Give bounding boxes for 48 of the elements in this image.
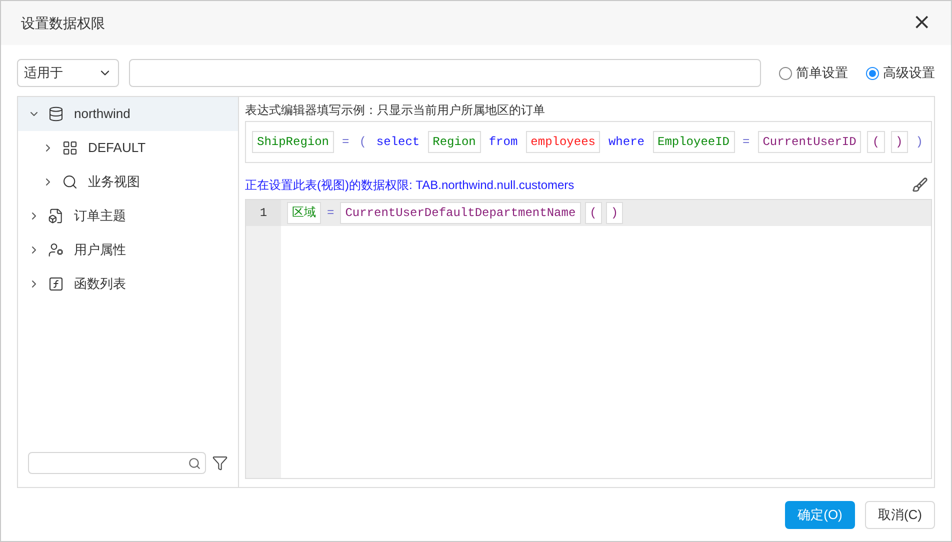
tree-label: northwind: [74, 105, 130, 124]
operator-token: =: [326, 205, 336, 222]
keyword-token: from: [488, 134, 519, 151]
paren-token: (: [584, 202, 602, 224]
window-title: 设置数据权限: [21, 14, 106, 32]
search-icon: [188, 456, 201, 470]
function-token: CurrentUserDefaultDepartmentName: [340, 202, 581, 224]
scope-dropdown[interactable]: 适用于: [17, 59, 119, 87]
tree-label: 订单主题: [74, 207, 126, 226]
tree-label: 业务视图: [88, 173, 140, 192]
radio-icon[interactable]: [866, 66, 879, 80]
tree-item[interactable]: 函数列表: [18, 267, 238, 301]
operator-token: =: [742, 134, 751, 151]
tree-item[interactable]: 用户属性: [18, 233, 238, 267]
operator-token: (: [358, 134, 368, 151]
filter-icon[interactable]: [212, 455, 228, 471]
tree-item[interactable]: DEFAULT: [18, 131, 238, 165]
target-table-text: 正在设置此表(视图)的数据权限: TAB.northwind.null.customers: [245, 177, 576, 194]
mode-radio[interactable]: 高级设置: [866, 63, 935, 83]
cancel-button[interactable]: 取消(C): [865, 501, 935, 529]
tree-label: 函数列表: [74, 275, 126, 294]
operator-token: ): [914, 134, 924, 151]
line-number: 1: [260, 205, 268, 222]
field-token: EmployeeID: [652, 131, 735, 153]
brush-icon[interactable]: [912, 177, 928, 193]
paren-token: (: [867, 131, 885, 153]
table-token: employees: [526, 131, 600, 153]
paren-token: ): [890, 131, 908, 153]
tree-label: DEFAULT: [88, 139, 146, 158]
field-token: Region: [428, 131, 481, 153]
tree-item[interactable]: 订单主题: [18, 199, 238, 233]
mode-radio[interactable]: 简单设置: [779, 63, 848, 83]
tree-label: 用户属性: [74, 241, 126, 260]
field-token: 区域: [287, 202, 321, 224]
keyword-token: where: [607, 134, 646, 151]
expression-editor[interactable]: 1 区域 = CurrentUserDefaultDepartmentName ( ): [245, 199, 932, 479]
operator-token: =: [341, 134, 350, 151]
keyword-token: select: [375, 134, 421, 151]
tree-item[interactable]: 业务视图: [18, 165, 238, 199]
tree-item[interactable]: northwind: [18, 97, 238, 131]
field-token: ShipRegion: [252, 131, 334, 153]
paren-token: ): [606, 202, 624, 224]
function-token: CurrentUserID: [758, 131, 862, 153]
condition-field[interactable]: [129, 59, 761, 87]
radio-icon[interactable]: [779, 66, 792, 80]
example-caption: 表达式编辑器填写示例：只显示当前用户所属地区的订单: [245, 102, 546, 119]
tree-search-field[interactable]: [28, 452, 206, 474]
close-button[interactable]: ×: [912, 12, 931, 34]
